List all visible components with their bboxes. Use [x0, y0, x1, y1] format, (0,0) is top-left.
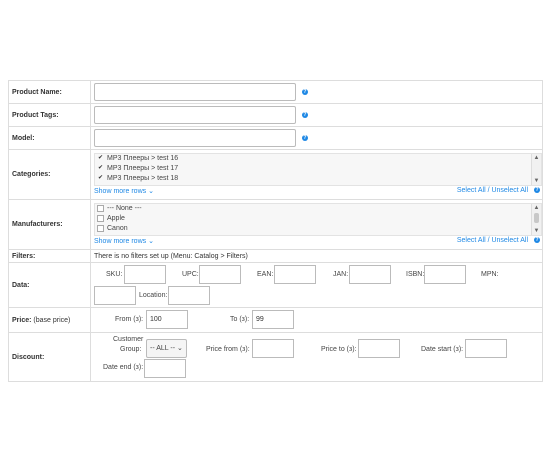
location-input[interactable] [168, 286, 210, 305]
price-to-label: To (з): [230, 316, 250, 323]
discount-price-from-label: Price from (з): [206, 346, 250, 353]
customer-group-value: -- ALL -- [150, 345, 176, 352]
manufacturer-option-label: Canon [107, 225, 128, 232]
manufacturers-label: Manufacturers: [8, 199, 91, 250]
mpn-label: MPN: [481, 271, 499, 278]
manufacturer-option[interactable]: --- None --- [95, 204, 541, 214]
jan-input[interactable] [349, 265, 391, 284]
customer-group-label-line1: Customer [113, 336, 144, 343]
categories-listbox[interactable]: ✔ MP3 Плееры > test 16 ✔ MP3 Плееры > test… [94, 153, 542, 186]
categories-unselect-all-link[interactable]: Unselect All [491, 187, 528, 194]
category-option[interactable]: ✔ MP3 Плееры > test 17 [95, 164, 541, 174]
checkmark-icon[interactable]: ✔ [97, 155, 104, 161]
product-tags-label: Product Tags: [8, 103, 91, 127]
product-name-input[interactable] [94, 83, 296, 101]
show-more-label: Show more rows [94, 188, 147, 195]
customer-group-select[interactable]: -- ALL -- ⌄ [146, 339, 187, 358]
manufacturer-option[interactable]: Canon [95, 224, 541, 234]
location-label: Location: [139, 292, 168, 299]
upc-label: UPC: [182, 271, 199, 278]
category-option[interactable]: ✔ MP3 Плееры > test 18 [95, 174, 541, 184]
data-label: Data: [8, 262, 91, 308]
filter-form-table: Product Name: ? Product Tags: ? Model: ?… [8, 80, 543, 382]
price-to-input[interactable]: 99 [252, 310, 294, 329]
price-label-note: (base price) [33, 316, 71, 324]
chevron-down-icon: ⌄ [148, 238, 154, 245]
categories-scrollbar[interactable]: ▲ ▼ [531, 154, 541, 185]
help-icon[interactable]: ? [301, 135, 308, 141]
discount-price-to-input[interactable] [358, 339, 400, 358]
filters-label: Filters: [8, 249, 91, 263]
show-more-label: Show more rows [94, 238, 147, 245]
scroll-up-icon[interactable]: ▲ [532, 154, 541, 162]
category-option-label: MP3 Плееры > test 17 [107, 165, 179, 172]
category-option[interactable]: ✔ MP3 Плееры > test 16 [95, 154, 541, 164]
jan-label: JAN: [333, 271, 349, 278]
manufacturer-option-label: --- None --- [107, 205, 142, 212]
help-icon[interactable]: ? [301, 112, 308, 118]
price-label: Price: [12, 316, 32, 324]
date-end-input[interactable] [144, 359, 186, 378]
checkbox[interactable] [97, 224, 104, 232]
manufacturers-listbox[interactable]: --- None --- Apple Canon ▲ ▼ [94, 203, 542, 236]
upc-input[interactable] [199, 265, 241, 284]
help-icon[interactable]: ? [534, 187, 540, 194]
mpn-input[interactable] [94, 286, 136, 305]
discount-price-from-input[interactable] [252, 339, 294, 358]
categories-show-more-link[interactable]: Show more rows ⌄ [94, 187, 154, 195]
product-name-label: Product Name: [8, 80, 91, 104]
ean-label: EAN: [257, 271, 274, 278]
scroll-down-icon[interactable]: ▼ [532, 177, 541, 185]
scrollbar-thumb[interactable] [534, 213, 539, 223]
date-start-label: Date start (з): [421, 346, 464, 353]
product-tags-input[interactable] [94, 106, 296, 124]
category-option-label: MP3 Плееры > test 16 [107, 155, 179, 162]
help-icon[interactable]: ? [301, 89, 308, 95]
scroll-down-icon[interactable]: ▼ [532, 227, 541, 235]
checkmark-icon[interactable]: ✔ [97, 175, 104, 181]
discount-label: Discount: [8, 332, 91, 382]
manufacturer-option-label: Apple [107, 215, 125, 222]
checkmark-icon[interactable]: ✔ [97, 165, 104, 171]
customer-group-label-line2: Group: [120, 346, 142, 353]
manufacturers-show-more-link[interactable]: Show more rows ⌄ [94, 237, 154, 245]
price-from-label: From (з): [115, 316, 144, 323]
scroll-up-icon[interactable]: ▲ [532, 204, 541, 212]
ean-input[interactable] [274, 265, 316, 284]
date-end-label: Date end (з): [103, 364, 144, 371]
categories-select-all-link[interactable]: Select All [457, 187, 486, 194]
sku-label: SKU: [106, 271, 123, 278]
price-from-input[interactable]: 100 [146, 310, 188, 329]
checkbox[interactable] [97, 214, 104, 222]
manufacturers-scrollbar[interactable]: ▲ ▼ [531, 204, 541, 235]
model-input[interactable] [94, 129, 296, 147]
isbn-input[interactable] [424, 265, 466, 284]
chevron-down-icon: ⌄ [148, 188, 154, 195]
filters-text: There is no filters set up (Menu: Catalo… [90, 249, 543, 263]
help-icon[interactable]: ? [534, 237, 540, 244]
model-label: Model: [8, 126, 91, 150]
date-start-input[interactable] [465, 339, 507, 358]
sku-input[interactable] [124, 265, 166, 284]
categories-label: Categories: [8, 149, 91, 200]
chevron-down-icon: ⌄ [176, 345, 183, 352]
manufacturers-select-all-link[interactable]: Select All [457, 237, 486, 244]
manufacturers-unselect-all-link[interactable]: Unselect All [491, 237, 528, 244]
discount-price-to-label: Price to (з): [321, 346, 357, 353]
manufacturer-option[interactable]: Apple [95, 214, 541, 224]
checkbox[interactable] [97, 204, 104, 212]
isbn-label: ISBN: [406, 271, 425, 278]
category-option-label: MP3 Плееры > test 18 [107, 175, 179, 182]
